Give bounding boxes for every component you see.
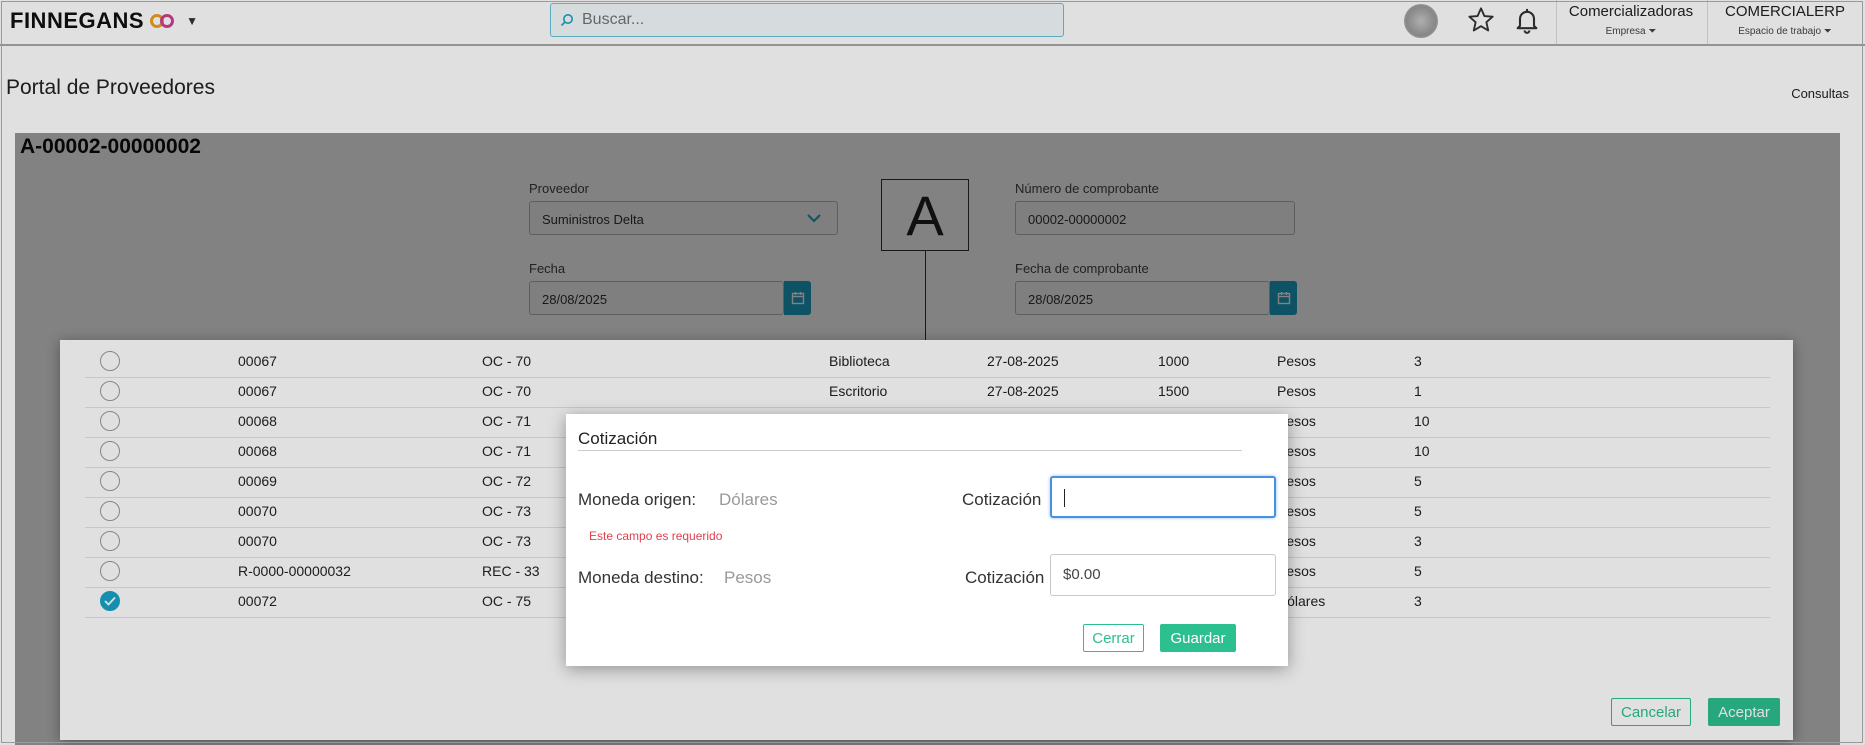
- cotizacion-destino-label: Cotización: [965, 568, 1045, 587]
- moneda-destino-value: Pesos: [724, 568, 772, 587]
- save-button[interactable]: Guardar: [1160, 624, 1236, 652]
- cotizacion-destino-input[interactable]: $0.00: [1050, 554, 1276, 596]
- moneda-destino-label: Moneda destino:: [578, 568, 704, 587]
- dialog-title-rule: [578, 450, 1242, 451]
- cotizacion-origen-input[interactable]: [1050, 476, 1276, 518]
- required-error: Este campo es requerido: [589, 529, 723, 543]
- moneda-origen-label: Moneda origen:: [578, 490, 697, 509]
- dialog-title: Cotización: [578, 429, 658, 448]
- moneda-origen-value: Dólares: [719, 490, 778, 509]
- close-button[interactable]: Cerrar: [1083, 624, 1144, 652]
- cotizacion-label: Cotización: [962, 490, 1042, 509]
- text-caret: [1064, 489, 1065, 508]
- cotizacion-dialog: Cotización Moneda origen: Dólares Cotiza…: [566, 414, 1288, 666]
